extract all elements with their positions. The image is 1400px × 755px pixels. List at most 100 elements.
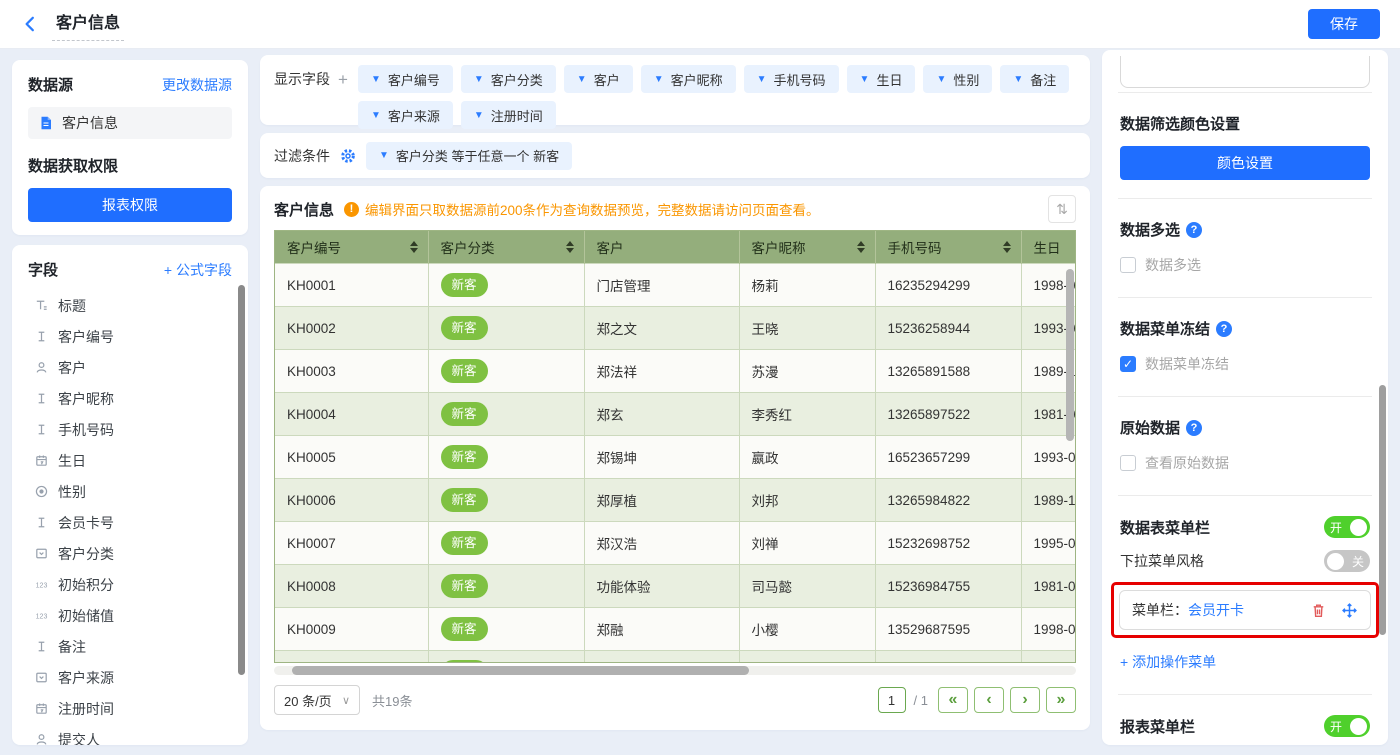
raw-data-checkbox-row[interactable]: 查看原始数据 — [1120, 453, 1370, 473]
display-field-chip[interactable]: ▼手机号码 — [744, 65, 839, 93]
table-cell: 新客 — [428, 307, 584, 350]
field-item[interactable]: 注册时间 — [28, 693, 232, 724]
table-row[interactable]: KH0001新客门店管理杨莉162352942991998-05 — [275, 264, 1075, 307]
add-action-menu-link[interactable]: + 添加操作菜单 — [1120, 652, 1370, 672]
menu-item-value[interactable]: 会员开卡 — [1188, 600, 1244, 620]
table-vertical-scrollbar[interactable] — [1066, 269, 1074, 441]
text-icon — [34, 515, 49, 530]
filter-condition-chip[interactable]: ▼ 客户分类 等于任意一个 新客 — [366, 142, 572, 170]
column-header[interactable]: 生日 — [1021, 231, 1075, 264]
table-cell: 13265897522 — [875, 393, 1021, 436]
page-size-select[interactable]: 20 条/页 ∨ — [274, 685, 360, 715]
text-icon — [34, 329, 49, 344]
table-row[interactable]: KH0007新客郑汉浩刘禅152326987521995-01 — [275, 522, 1075, 565]
column-header[interactable]: 客户分类 — [428, 231, 584, 264]
table-horizontal-scrollbar[interactable] — [274, 666, 1076, 675]
menu-item-label: 菜单栏： — [1132, 600, 1188, 620]
display-field-chip[interactable]: ▼客户分类 — [461, 65, 556, 93]
field-item[interactable]: 标题 — [28, 290, 232, 321]
first-page-button[interactable]: « — [938, 687, 968, 713]
table-cell: 1989-11 — [1021, 479, 1075, 522]
display-field-chip[interactable]: ▼客户编号 — [358, 65, 453, 93]
table-row[interactable]: KH0003新客郑法祥苏漫132658915881989-11 — [275, 350, 1075, 393]
move-icon[interactable] — [1341, 602, 1358, 619]
checkbox[interactable] — [1120, 455, 1136, 471]
page-number-input[interactable]: 1 — [878, 687, 906, 713]
field-item[interactable]: 客户 — [28, 352, 232, 383]
field-item[interactable]: 备注 — [28, 631, 232, 662]
table-row[interactable]: KH0005新客郑锡坤嬴政165236572991993-08 — [275, 436, 1075, 479]
fields-scrollbar[interactable] — [238, 285, 245, 675]
next-page-button[interactable]: › — [1010, 687, 1040, 713]
column-header[interactable]: 手机号码 — [875, 231, 1021, 264]
chip-label: 客户编号 — [388, 70, 440, 89]
field-item[interactable]: 客户来源 — [28, 662, 232, 693]
scrollbar-thumb[interactable] — [292, 666, 749, 675]
checkbox[interactable]: ✓ — [1120, 356, 1136, 372]
number-icon — [34, 608, 49, 623]
report-menu-toggle[interactable]: 开 — [1324, 715, 1370, 737]
add-display-field-button[interactable]: + — [338, 71, 348, 88]
field-item[interactable]: 手机号码 — [28, 414, 232, 445]
checkbox[interactable] — [1120, 257, 1136, 273]
category-badge: 新客 — [441, 574, 488, 599]
color-settings-title: 数据筛选颜色设置 — [1120, 113, 1240, 134]
page-body: 数据源 更改数据源 客户信息 数据获取权限 报表权限 字段 + 公式字段 标题客… — [0, 48, 1400, 755]
field-item[interactable]: 客户分类 — [28, 538, 232, 569]
last-page-button[interactable]: » — [1046, 687, 1076, 713]
display-field-chip[interactable]: ▼客户来源 — [358, 101, 453, 129]
formula-field-link[interactable]: + 公式字段 — [164, 260, 232, 280]
field-item[interactable]: 会员卡号 — [28, 507, 232, 538]
page-title: 客户信息 — [52, 7, 124, 41]
sort-icon[interactable] — [410, 241, 418, 253]
table-row[interactable]: KH0004新客郑玄李秀红132658975221981-06 — [275, 393, 1075, 436]
help-icon[interactable]: ? — [1186, 420, 1202, 436]
display-field-chip[interactable]: ▼生日 — [847, 65, 916, 93]
prev-page-button[interactable]: ‹ — [974, 687, 1004, 713]
dropdown-style-toggle[interactable]: 关 — [1324, 550, 1370, 572]
table-menu-toggle[interactable]: 开 — [1324, 516, 1370, 538]
field-item[interactable]: 客户昵称 — [28, 383, 232, 414]
gear-icon[interactable] — [340, 148, 356, 164]
table-cell: 新客 — [428, 479, 584, 522]
table-row[interactable]: KH0002新客郑之文王晓152362589441993-08 — [275, 307, 1075, 350]
report-permission-button[interactable]: 报表权限 — [28, 188, 232, 222]
trash-icon[interactable] — [1310, 602, 1327, 619]
datasource-item[interactable]: 客户信息 — [28, 107, 232, 139]
table-cell: KH0001 — [275, 264, 428, 307]
column-header[interactable]: 客户昵称 — [739, 231, 875, 264]
panel-scrollbar[interactable] — [1379, 385, 1386, 635]
display-field-chip[interactable]: ▼客户 — [564, 65, 633, 93]
color-settings-button[interactable]: 颜色设置 — [1120, 146, 1370, 180]
field-item[interactable]: 生日 — [28, 445, 232, 476]
freeze-checkbox-row[interactable]: ✓ 数据菜单冻结 — [1120, 354, 1370, 374]
save-button[interactable]: 保存 — [1308, 9, 1380, 39]
toggle-off-label: 关 — [1349, 553, 1367, 570]
display-field-chip[interactable]: ▼客户昵称 — [641, 65, 736, 93]
back-button[interactable] — [16, 10, 44, 38]
sort-icon[interactable] — [566, 241, 574, 253]
display-field-chip[interactable]: ▼注册时间 — [461, 101, 556, 129]
field-item[interactable]: 客户编号 — [28, 321, 232, 352]
column-header[interactable]: 客户编号 — [275, 231, 428, 264]
sort-icon[interactable] — [1003, 241, 1011, 253]
help-icon[interactable]: ? — [1216, 321, 1232, 337]
table-row[interactable]: KH0006新客郑厚植刘邦132659848221989-11 — [275, 479, 1075, 522]
table-menu-item[interactable]: 菜单栏： 会员开卡 — [1119, 590, 1371, 630]
field-item[interactable]: 提交人 — [28, 724, 232, 745]
table-row[interactable]: KH0008新客功能体验司马懿152369847551981-06 — [275, 565, 1075, 608]
sort-icon[interactable] — [857, 241, 865, 253]
display-field-chip[interactable]: ▼性别 — [923, 65, 992, 93]
column-header[interactable]: 客户 — [584, 231, 739, 264]
table-row[interactable]: 新客 — [275, 651, 1075, 664]
display-field-chip[interactable]: ▼备注 — [1000, 65, 1069, 93]
field-item[interactable]: 初始积分 — [28, 569, 232, 600]
change-datasource-link[interactable]: 更改数据源 — [162, 75, 232, 95]
sort-order-button[interactable]: ⇅ — [1048, 195, 1076, 223]
table-row[interactable]: KH0009新客郑融小樱135296875951998-05 — [275, 608, 1075, 651]
table-cell — [275, 651, 428, 664]
field-item[interactable]: 性别 — [28, 476, 232, 507]
field-item[interactable]: 初始储值 — [28, 600, 232, 631]
multiselect-checkbox-row[interactable]: 数据多选 — [1120, 255, 1370, 275]
help-icon[interactable]: ? — [1186, 222, 1202, 238]
